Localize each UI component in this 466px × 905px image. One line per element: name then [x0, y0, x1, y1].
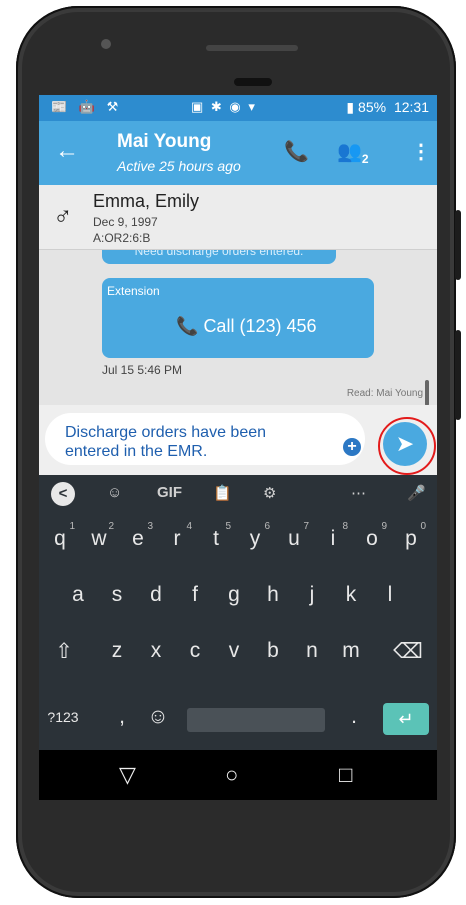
- shift-key[interactable]: ⇧: [49, 639, 79, 664]
- participants-button[interactable]: 👥2: [337, 139, 369, 166]
- previous-message-text: Need discharge orders entered.: [134, 250, 304, 258]
- key-row-2: a s d f g h j k l: [39, 573, 437, 623]
- status-mid-icons: ▣ ✱ ◉ ▾: [191, 99, 257, 114]
- key-z[interactable]: z: [102, 639, 132, 663]
- status-left-icons: 📰 🤖 ⚒: [51, 99, 123, 114]
- gif-button[interactable]: GIF: [157, 484, 182, 501]
- clock: 12:31: [393, 99, 429, 115]
- key-x[interactable]: x: [141, 639, 171, 663]
- sticker-icon[interactable]: ☺: [107, 484, 122, 501]
- backspace-key[interactable]: ⌫: [393, 639, 423, 664]
- key-w[interactable]: w2: [84, 521, 114, 551]
- phone-icon: 📞: [176, 316, 199, 336]
- read-receipt: Read: Mai Young: [346, 388, 423, 399]
- volume-button: [455, 210, 461, 280]
- more-tools-icon[interactable]: ⋯: [351, 484, 366, 502]
- previous-message-bubble: Need discharge orders entered.: [102, 250, 336, 264]
- comma-key[interactable]: ,: [107, 705, 137, 729]
- key-t[interactable]: t5: [201, 521, 231, 551]
- symbols-key[interactable]: ?123: [45, 709, 81, 725]
- clipboard-icon[interactable]: 📋: [213, 484, 232, 502]
- key-e[interactable]: e3: [123, 521, 153, 551]
- key-v[interactable]: v: [219, 639, 249, 663]
- key-s[interactable]: s: [102, 583, 132, 607]
- key-q[interactable]: q1: [45, 521, 75, 551]
- key-b[interactable]: b: [258, 639, 288, 663]
- key-m[interactable]: m: [336, 639, 366, 663]
- send-icon: ➤: [395, 431, 415, 456]
- status-right: ▮ 85% 12:31: [346, 99, 429, 116]
- key-n[interactable]: n: [297, 639, 327, 663]
- app-bar: ← Mai Young Active 25 hours ago 📞 👥2 ⋮: [39, 121, 437, 185]
- call-link-text: Call (123) 456: [203, 316, 317, 336]
- power-button: [455, 330, 461, 420]
- message-input-text: Discharge orders have been entered in th…: [65, 424, 267, 460]
- back-arrow-icon[interactable]: ←: [55, 137, 79, 165]
- nav-back-icon[interactable]: ▽: [119, 762, 136, 788]
- key-r[interactable]: r4: [162, 521, 193, 551]
- patient-banner[interactable]: ♂ Emma, Emily Dec 9, 1997 A:OR2:6:B: [39, 185, 437, 250]
- key-d[interactable]: d: [141, 583, 171, 607]
- settings-icon[interactable]: ⚙: [263, 484, 276, 502]
- message-list[interactable]: Need discharge orders entered. Extension…: [39, 250, 437, 406]
- add-attachment-icon[interactable]: +: [343, 438, 361, 456]
- status-bar: 📰 🤖 ⚒ ▣ ✱ ◉ ▾ ▮ 85% 12:31: [39, 95, 437, 121]
- phone-icon[interactable]: 📞: [284, 139, 309, 164]
- conversation-status: Active 25 hours ago: [117, 158, 241, 174]
- scrollbar[interactable]: [425, 380, 429, 406]
- key-l[interactable]: l: [375, 583, 405, 607]
- key-p[interactable]: p0: [396, 521, 426, 551]
- period-key[interactable]: .: [339, 705, 369, 729]
- group-icon: 👥: [337, 141, 362, 163]
- key-row-1: q1 w2 e3 r4 t5 y6 u7 i8 o9 p0: [39, 517, 437, 567]
- battery-level: 85%: [358, 99, 387, 115]
- conversation-title: Mai Young: [117, 131, 212, 152]
- key-a[interactable]: a: [63, 583, 93, 607]
- screen: 📰 🤖 ⚒ ▣ ✱ ◉ ▾ ▮ 85% 12:31 ← Mai Young Ac…: [39, 95, 437, 800]
- key-k[interactable]: k: [336, 583, 366, 607]
- key-o[interactable]: o9: [357, 521, 387, 551]
- enter-key[interactable]: ↵: [383, 703, 429, 735]
- call-link[interactable]: 📞 Call (123) 456: [176, 316, 317, 337]
- male-icon: ♂: [53, 201, 73, 231]
- emoji-key[interactable]: ☺: [143, 705, 173, 729]
- sensor: [234, 78, 272, 86]
- key-h[interactable]: h: [258, 583, 288, 607]
- key-i[interactable]: i8: [318, 521, 348, 551]
- nav-home-icon[interactable]: ○: [225, 762, 238, 788]
- send-button[interactable]: ➤: [383, 422, 427, 466]
- patient-dob: Dec 9, 1997: [93, 215, 158, 229]
- key-y[interactable]: y6: [240, 521, 270, 551]
- microphone-icon[interactable]: 🎤: [407, 484, 426, 502]
- front-camera: [101, 39, 111, 49]
- participant-count: 2: [361, 152, 369, 166]
- nav-recents-icon[interactable]: □: [339, 762, 352, 788]
- keyboard: < ☺ GIF 📋 ⚙ ⋯ 🎤 q1 w2 e3 r4 t5 y6 u7 i8 …: [39, 475, 437, 750]
- key-g[interactable]: g: [219, 583, 249, 607]
- patient-location-id: A:OR2:6:B: [93, 231, 151, 245]
- more-options-icon[interactable]: ⋮: [411, 139, 431, 164]
- extension-message-bubble: Extension 📞 Call (123) 456: [102, 278, 374, 358]
- extension-label: Extension: [107, 284, 160, 298]
- patient-name: Emma, Emily: [93, 191, 200, 211]
- keyboard-toolbar: < ☺ GIF 📋 ⚙ ⋯ 🎤: [39, 475, 437, 515]
- battery-icon: ▮: [346, 99, 355, 115]
- collapse-toolbar-icon[interactable]: <: [51, 482, 75, 506]
- key-row-3: ⇧ z x c v b n m ⌫: [39, 629, 437, 679]
- key-c[interactable]: c: [180, 639, 210, 663]
- message-input[interactable]: Discharge orders have been entered in th…: [45, 413, 365, 465]
- earpiece: [206, 45, 298, 51]
- navigation-bar: ▽ ○ □: [39, 750, 437, 800]
- composer: Discharge orders have been entered in th…: [39, 405, 437, 475]
- key-u[interactable]: u7: [279, 521, 309, 551]
- space-key[interactable]: [187, 708, 325, 732]
- message-timestamp: Jul 15 5:46 PM: [102, 363, 183, 377]
- key-f[interactable]: f: [180, 583, 210, 607]
- key-j[interactable]: j: [297, 583, 327, 607]
